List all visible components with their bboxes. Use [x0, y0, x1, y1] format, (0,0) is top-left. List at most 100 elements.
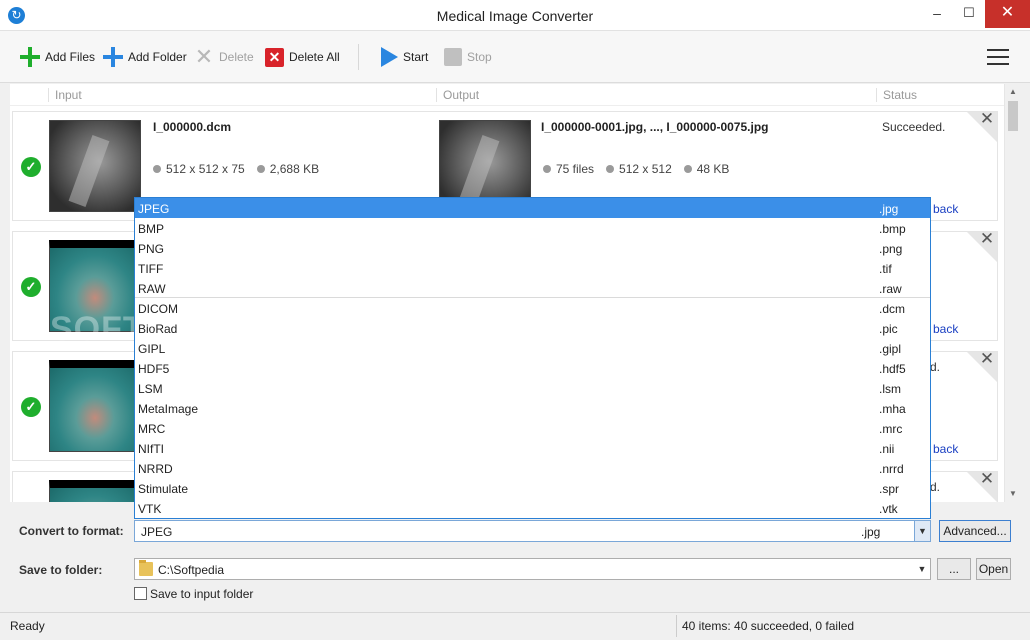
remove-item-close-icon[interactable]: ✕: [979, 350, 995, 367]
check-icon: ✓: [21, 157, 41, 177]
output-dimensions: 512 x 512: [619, 162, 672, 176]
add-folder-button[interactable]: Add Folder: [103, 45, 187, 69]
input-filename: I_000000.dcm: [153, 120, 232, 134]
save-folder-select[interactable]: C:\Softpedia ▼: [134, 558, 931, 580]
chevron-down-icon[interactable]: ▼: [914, 521, 930, 541]
maximize-button[interactable]: ☐: [953, 0, 985, 28]
item-status: Succeeded.: [882, 120, 946, 134]
format-option-name: TIFF: [138, 262, 164, 276]
format-option-ext: .raw: [879, 282, 902, 296]
format-option-name: Stimulate: [138, 482, 189, 496]
item-status: d.: [930, 360, 941, 374]
input-thumbnail: [49, 120, 141, 212]
open-folder-button[interactable]: Open: [976, 558, 1011, 580]
format-option-tiff[interactable]: TIFF .tif: [135, 258, 930, 278]
list-header: Input Output Status: [10, 84, 1004, 106]
format-option-png[interactable]: PNG .png: [135, 238, 930, 258]
format-option-name: BioRad: [138, 322, 178, 336]
format-option-name: MetaImage: [138, 402, 199, 416]
format-option-ext: .pic: [879, 322, 898, 336]
column-output[interactable]: Output: [436, 88, 479, 102]
title-bar: ↻ Medical Image Converter – ☐ ✕: [0, 0, 1030, 31]
format-option-ext: .spr: [879, 482, 900, 496]
format-option-ext: .jpg: [879, 202, 899, 216]
remove-item-close-icon[interactable]: ✕: [979, 110, 995, 127]
scroll-down-icon[interactable]: ▼: [1005, 486, 1021, 502]
format-option-hdf5[interactable]: HDF5 .hdf5: [135, 358, 930, 378]
close-button[interactable]: ✕: [985, 0, 1030, 28]
chevron-down-icon[interactable]: ▼: [914, 559, 930, 579]
add-files-label: Add Files: [45, 50, 96, 64]
add-files-button[interactable]: Add Files: [20, 45, 95, 69]
column-status[interactable]: Status: [876, 88, 917, 102]
scroll-thumb[interactable]: [1008, 101, 1018, 131]
convert-format-label: Convert to format:: [19, 524, 124, 538]
format-dropdown-list: JPEG .jpg BMP .bmp PNG .png TIFF .tif RAW .ra…: [134, 197, 931, 519]
browse-button[interactable]: ...: [937, 558, 971, 580]
start-button[interactable]: Start: [381, 45, 428, 69]
format-option-name: PNG: [138, 242, 165, 256]
format-option-name: NRRD: [138, 462, 173, 476]
format-option-name: JPEG: [138, 202, 170, 216]
format-option-dicom[interactable]: DICOM .dcm: [135, 298, 930, 318]
bullet-icon: [153, 165, 161, 173]
play-icon: [381, 47, 398, 67]
format-option-nrrd[interactable]: NRRD .nrrd: [135, 458, 930, 478]
format-option-jpeg[interactable]: JPEG .jpg: [135, 198, 930, 218]
check-icon: ✓: [21, 277, 41, 297]
status-summary: 40 items: 40 succeeded, 0 failed: [682, 619, 855, 633]
minimize-button[interactable]: –: [922, 0, 952, 28]
output-size: 48 KB: [696, 162, 730, 176]
status-text: Ready: [10, 619, 45, 633]
delete-icon: ✕: [194, 44, 214, 69]
format-option-raw[interactable]: RAW .raw: [135, 278, 930, 298]
stop-icon: [444, 48, 462, 66]
format-option-biorad[interactable]: BioRad .pic: [135, 318, 930, 338]
feedback-link[interactable]: back: [933, 202, 958, 216]
start-label: Start: [403, 50, 429, 64]
format-option-ext: .vtk: [879, 502, 898, 516]
stop-button[interactable]: Stop: [444, 45, 492, 69]
format-option-vtk[interactable]: VTK .vtk: [135, 498, 930, 518]
delete-label: Delete: [219, 50, 254, 64]
format-option-name: VTK: [138, 502, 162, 516]
add-icon: [20, 47, 40, 67]
delete-all-button[interactable]: ✕ Delete All: [265, 45, 340, 69]
remove-item-close-icon[interactable]: ✕: [979, 470, 995, 487]
format-option-metaimage[interactable]: MetaImage .mha: [135, 398, 930, 418]
scroll-up-icon[interactable]: ▲: [1005, 84, 1021, 100]
save-to-input-folder-checkbox[interactable]: [134, 587, 147, 600]
format-option-lsm[interactable]: LSM .lsm: [135, 378, 930, 398]
format-option-name: GIPL: [138, 342, 166, 356]
save-folder-label: Save to folder:: [19, 563, 103, 577]
toolbar: Add Files Add Folder ✕ Delete ✕ Delete A…: [0, 31, 1030, 83]
add-folder-label: Add Folder: [128, 50, 187, 64]
feedback-link[interactable]: back: [933, 442, 958, 456]
save-to-input-folder-label: Save to input folder: [150, 587, 254, 601]
list-scrollbar[interactable]: ▲ ▼: [1004, 84, 1021, 502]
output-meta: 75 files 512 x 512 48 KB: [543, 162, 741, 176]
status-bar: Ready 40 items: 40 succeeded, 0 failed: [0, 612, 1030, 640]
input-dimensions: 512 x 512 x 75: [166, 162, 245, 176]
format-select[interactable]: JPEG .jpg ▼: [134, 520, 931, 542]
format-select-ext: .jpg: [861, 525, 881, 539]
column-input[interactable]: Input: [48, 88, 82, 102]
window-title: Medical Image Converter: [436, 8, 594, 24]
format-option-stimulate[interactable]: Stimulate .spr: [135, 478, 930, 498]
output-filename: I_000000-0001.jpg, ..., I_000000-0075.jp…: [541, 120, 769, 134]
format-option-gipl[interactable]: GIPL .gipl: [135, 338, 930, 358]
format-option-name: MRC: [138, 422, 166, 436]
feedback-link[interactable]: back: [933, 322, 958, 336]
format-option-bmp[interactable]: BMP .bmp: [135, 218, 930, 238]
delete-button[interactable]: ✕ Delete: [194, 45, 254, 69]
format-option-name: NIfTI: [138, 442, 164, 456]
advanced-button[interactable]: Advanced...: [939, 520, 1011, 542]
bullet-icon: [683, 165, 692, 173]
format-option-ext: .lsm: [879, 382, 901, 396]
remove-item-close-icon[interactable]: ✕: [979, 230, 995, 247]
format-option-nifti[interactable]: NIfTI .nii: [135, 438, 930, 458]
hamburger-menu-icon[interactable]: [987, 49, 1009, 66]
format-option-mrc[interactable]: MRC .mrc: [135, 418, 930, 438]
save-folder-path: C:\Softpedia: [158, 563, 225, 577]
format-option-ext: .dcm: [879, 302, 906, 316]
